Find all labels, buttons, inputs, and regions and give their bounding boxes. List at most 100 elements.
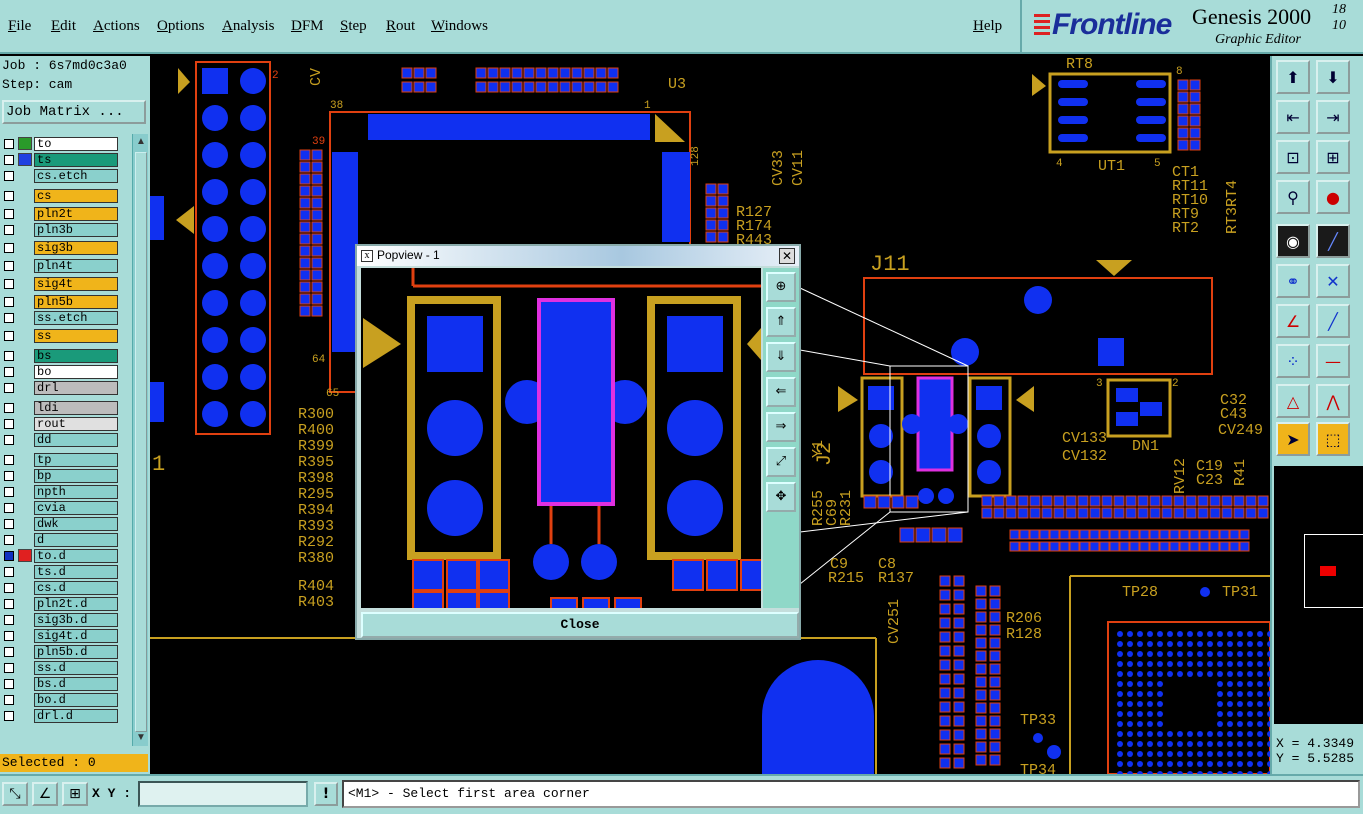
- layer-row[interactable]: bp: [0, 468, 132, 483]
- layer-row[interactable]: bs: [0, 348, 132, 363]
- layer-checkbox[interactable]: [4, 503, 14, 513]
- layer-checkbox[interactable]: [4, 383, 14, 393]
- layer-name[interactable]: to: [34, 137, 118, 151]
- layer-row[interactable]: d: [0, 532, 132, 547]
- layer-name[interactable]: ts.d: [34, 565, 118, 579]
- tool-zoom-home-icon[interactable]: ⬆: [1276, 60, 1310, 94]
- layer-row[interactable]: cvia: [0, 500, 132, 515]
- layer-scrollbar[interactable]: ▲ ▼: [132, 134, 148, 746]
- layer-checkbox[interactable]: [4, 631, 14, 641]
- tool-pan-right-icon[interactable]: ⇥: [1316, 100, 1350, 134]
- tool-horizontal-icon[interactable]: —: [1316, 344, 1350, 378]
- layer-row[interactable]: drl.d: [0, 708, 132, 723]
- layer-checkbox[interactable]: [4, 171, 14, 181]
- layer-row[interactable]: pln5b: [0, 294, 132, 309]
- scroll-down-icon[interactable]: ▼: [135, 732, 147, 744]
- tool-zoom-fit-icon[interactable]: ⊞: [1316, 140, 1350, 174]
- layer-checkbox[interactable]: [4, 647, 14, 657]
- layer-name[interactable]: ldi: [34, 401, 118, 415]
- layer-row[interactable]: sig4t.d: [0, 628, 132, 643]
- layer-checkbox[interactable]: [4, 367, 14, 377]
- tool-add-pad-icon[interactable]: ⁘: [1276, 344, 1310, 378]
- layer-row[interactable]: pln3b: [0, 222, 132, 237]
- zoom-fit-icon[interactable]: ⤢: [766, 447, 796, 477]
- layer-name[interactable]: ss.d: [34, 661, 118, 675]
- layer-row[interactable]: bo.d: [0, 692, 132, 707]
- layer-checkbox[interactable]: [4, 551, 14, 561]
- layer-checkbox[interactable]: [4, 487, 14, 497]
- layer-checkbox[interactable]: [4, 567, 14, 577]
- layer-checkbox[interactable]: [4, 435, 14, 445]
- pan-down-icon[interactable]: ⇓: [766, 342, 796, 372]
- layer-checkbox[interactable]: [4, 679, 14, 689]
- layer-row[interactable]: drl: [0, 380, 132, 395]
- layer-row[interactable]: sig4t: [0, 276, 132, 291]
- layer-name[interactable]: sig4t: [34, 277, 118, 291]
- menu-dfm[interactable]: DFM: [291, 18, 324, 35]
- layer-name[interactable]: cs.etch: [34, 169, 118, 183]
- layer-name[interactable]: dwk: [34, 517, 118, 531]
- layer-row[interactable]: ss: [0, 328, 132, 343]
- layer-checkbox[interactable]: [4, 297, 14, 307]
- menu-rout[interactable]: Rout: [386, 18, 415, 35]
- tool-zoom-out-icon[interactable]: ⬇: [1316, 60, 1350, 94]
- pan-right-icon[interactable]: ⇒: [766, 412, 796, 442]
- layer-name[interactable]: cvia: [34, 501, 118, 515]
- layer-checkbox[interactable]: [4, 261, 14, 271]
- tool-pad-icon[interactable]: ◉: [1276, 224, 1310, 258]
- layer-name[interactable]: bp: [34, 469, 118, 483]
- layer-checkbox[interactable]: [4, 351, 14, 361]
- layer-row[interactable]: to.d: [0, 548, 132, 563]
- layer-checkbox[interactable]: [4, 139, 14, 149]
- layer-checkbox[interactable]: [4, 455, 14, 465]
- layer-name[interactable]: to.d: [34, 549, 118, 563]
- layer-name[interactable]: bo: [34, 365, 118, 379]
- menu-help[interactable]: Help: [973, 18, 1002, 35]
- tool-select-icon[interactable]: ➤: [1276, 422, 1310, 456]
- layer-row[interactable]: pln2t: [0, 206, 132, 221]
- layer-name[interactable]: pln5b: [34, 295, 118, 309]
- layer-checkbox[interactable]: [4, 419, 14, 429]
- layer-name[interactable]: sig4t.d: [34, 629, 118, 643]
- layer-name[interactable]: bs.d: [34, 677, 118, 691]
- layer-checkbox[interactable]: [4, 471, 14, 481]
- layer-name[interactable]: sig3b.d: [34, 613, 118, 627]
- layer-checkbox[interactable]: [4, 695, 14, 705]
- layer-row[interactable]: bs.d: [0, 676, 132, 691]
- layer-name[interactable]: drl: [34, 381, 118, 395]
- layer-row[interactable]: rout: [0, 416, 132, 431]
- layer-checkbox[interactable]: [4, 331, 14, 341]
- layer-row[interactable]: sig3b.d: [0, 612, 132, 627]
- tool-diagonal-icon[interactable]: ╱: [1316, 304, 1350, 338]
- layer-name[interactable]: sig3b: [34, 241, 118, 255]
- popview-titlebar[interactable]: x Popview - 1 ✕: [357, 246, 799, 266]
- layer-checkbox[interactable]: [4, 663, 14, 673]
- tool-line-icon[interactable]: ╱: [1316, 224, 1350, 258]
- layer-name[interactable]: pln2t.d: [34, 597, 118, 611]
- menu-file[interactable]: File: [8, 18, 31, 35]
- layer-name[interactable]: bo.d: [34, 693, 118, 707]
- layer-name[interactable]: pln5b.d: [34, 645, 118, 659]
- layer-row[interactable]: cs.d: [0, 580, 132, 595]
- layer-row[interactable]: ts.d: [0, 564, 132, 579]
- menu-step[interactable]: Step: [340, 18, 367, 35]
- minimap[interactable]: [1274, 466, 1363, 724]
- menu-windows[interactable]: Windows: [431, 18, 488, 35]
- layer-checkbox[interactable]: [4, 583, 14, 593]
- layer-name[interactable]: bs: [34, 349, 118, 363]
- layer-checkbox[interactable]: [4, 519, 14, 529]
- layer-name[interactable]: tp: [34, 453, 118, 467]
- layer-row[interactable]: bo: [0, 364, 132, 379]
- layer-row[interactable]: sig3b: [0, 240, 132, 255]
- mode-expand-icon[interactable]: ⤡: [2, 782, 28, 806]
- tool-snap-icon[interactable]: ●: [1316, 180, 1350, 214]
- layer-name[interactable]: dd: [34, 433, 118, 447]
- layer-checkbox[interactable]: [4, 403, 14, 413]
- tool-zoom-area-icon[interactable]: ⊡: [1276, 140, 1310, 174]
- pan-left-icon[interactable]: ⇐: [766, 377, 796, 407]
- layer-name[interactable]: pln2t: [34, 207, 118, 221]
- layer-checkbox[interactable]: [4, 225, 14, 235]
- mode-grid-icon[interactable]: ⊞: [62, 782, 88, 806]
- popview-close-button[interactable]: Close: [361, 612, 799, 638]
- mode-angle-icon[interactable]: ∠: [32, 782, 58, 806]
